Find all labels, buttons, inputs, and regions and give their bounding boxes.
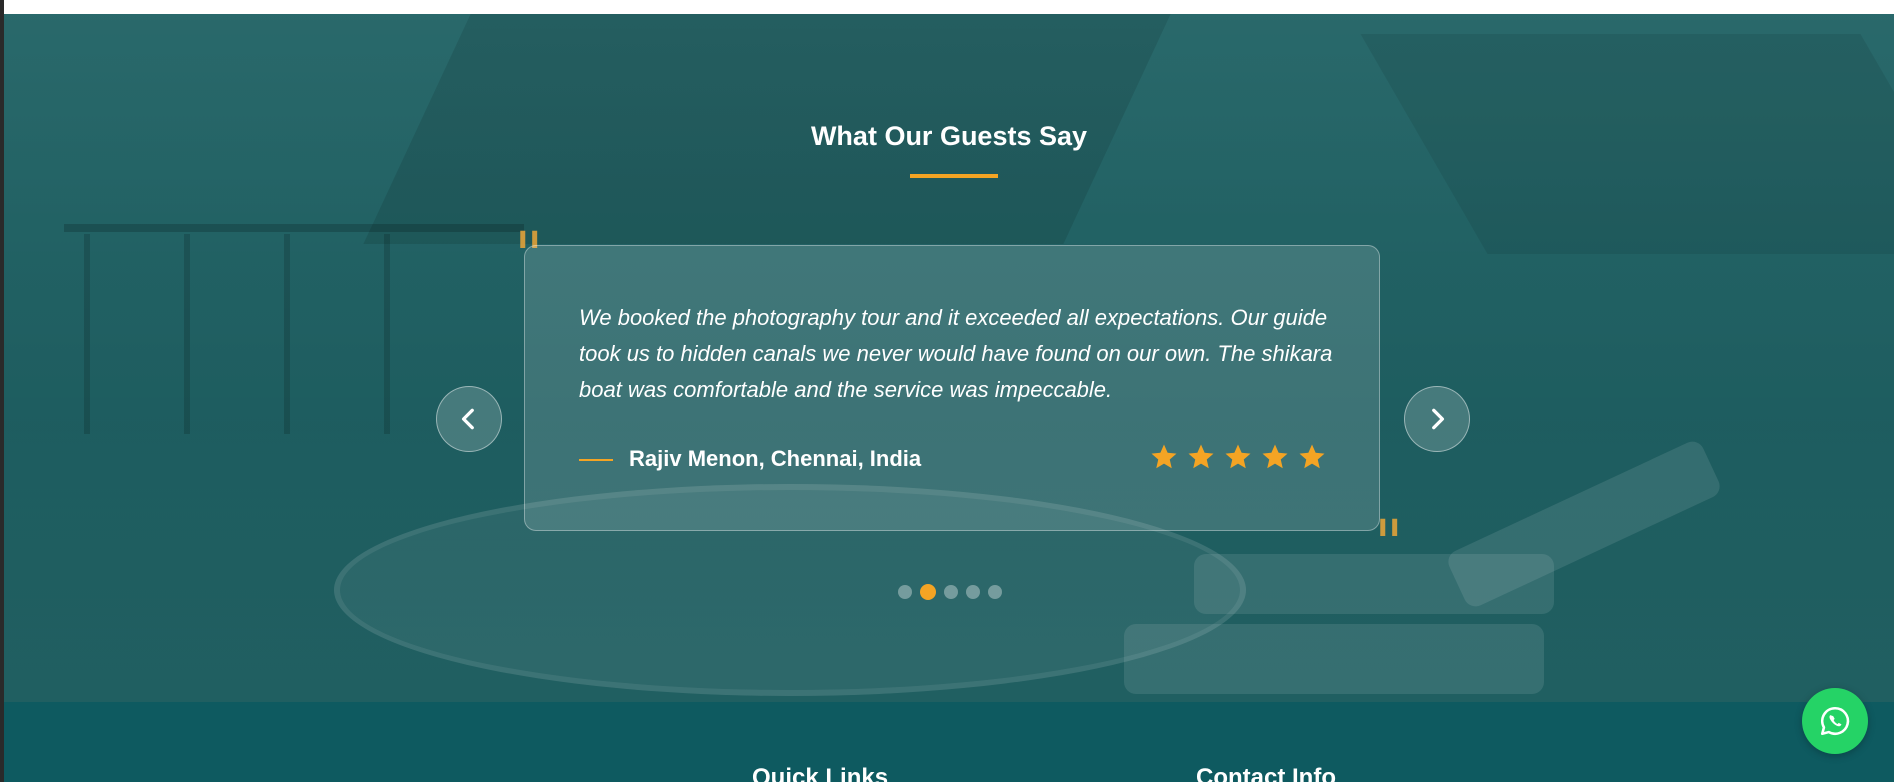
section-title: What Our Guests Say	[810, 121, 1088, 151]
carousel-dot[interactable]	[898, 585, 912, 599]
whatsapp-icon	[1820, 706, 1850, 736]
contact-info-heading: Contact Info	[1196, 764, 1336, 782]
rating-stars	[1149, 442, 1327, 474]
carousel-dots	[898, 584, 1002, 600]
star-icon	[1262, 444, 1288, 469]
chevron-right-icon	[1432, 408, 1445, 430]
chevron-left-icon	[461, 408, 474, 430]
testimonial-card: We booked the photography tour and it ex…	[524, 245, 1380, 531]
quick-links-heading: Quick Links	[752, 764, 889, 782]
site-footer: Quick Links Contact Info	[4, 702, 1894, 782]
background-rail	[84, 234, 90, 434]
background-rail	[184, 234, 190, 434]
star-icon	[1299, 444, 1325, 469]
previous-testimonial-button[interactable]	[436, 386, 502, 452]
star-icon	[1225, 444, 1251, 469]
carousel-dot[interactable]	[920, 584, 936, 600]
whatsapp-chat-button[interactable]	[1802, 688, 1868, 754]
background-rail	[384, 234, 390, 434]
background-lounger	[1444, 437, 1724, 611]
background-rail	[284, 234, 290, 434]
author-dash	[579, 459, 613, 461]
carousel-dot[interactable]	[966, 585, 980, 599]
next-testimonial-button[interactable]	[1404, 386, 1470, 452]
testimonial-quote: We booked the photography tour and it ex…	[579, 305, 1333, 402]
title-underline	[910, 174, 998, 178]
carousel-dot[interactable]	[988, 585, 1002, 599]
carousel-dot[interactable]	[944, 585, 958, 599]
background-lounger	[1124, 624, 1544, 694]
close-quote-icon: "	[1374, 507, 1404, 581]
testimonial-author: Rajiv Menon, Chennai, India	[629, 446, 922, 471]
background-deck	[64, 224, 524, 232]
testimonials-section: What Our Guests Say " We booked the phot…	[4, 14, 1894, 702]
star-icon	[1151, 444, 1177, 469]
star-icon	[1188, 444, 1214, 469]
